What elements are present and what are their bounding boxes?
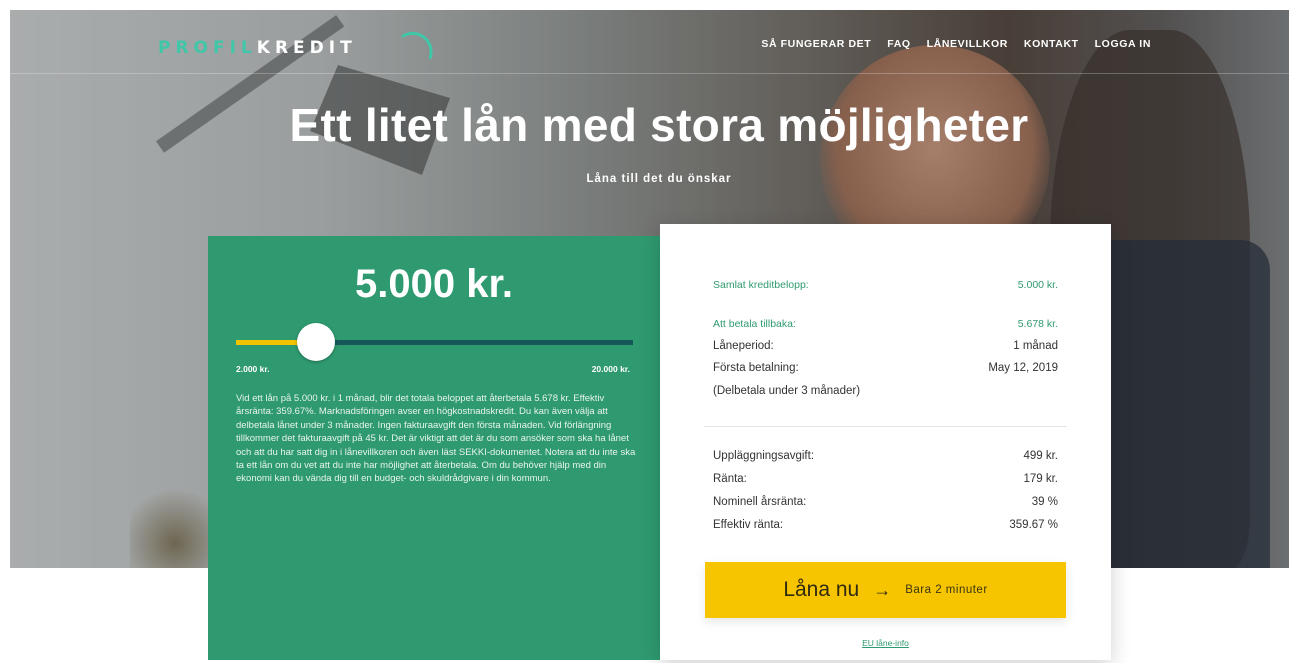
setup-fee-value: 499 kr. [1023, 450, 1058, 462]
interest-value: 179 kr. [1023, 473, 1058, 485]
effective-rate-label: Effektiv ränta: [713, 519, 784, 531]
apply-button-sublabel: Bara 2 minuter [905, 584, 988, 596]
summary-row-interest: Ränta: 179 kr. [713, 473, 1058, 485]
hero-title: Ett litet lån med stora möjligheter [289, 99, 1029, 151]
slider-max-label: 20.000 kr. [591, 364, 630, 374]
summary-row-setup-fee: Uppläggningsavgift: 499 kr. [713, 450, 1058, 462]
nominal-rate-value: 39 % [1031, 496, 1058, 508]
apply-loan-button[interactable]: Låna nu → Bara 2 minuter [705, 562, 1066, 618]
installment-note: (Delbetala under 3 månader) [713, 385, 861, 397]
nav-links: SÅ FUNGERAR DET FAQ LÅNEVILLKOR KONTAKT … [761, 38, 1151, 50]
period-label: Låneperiod: [713, 340, 774, 352]
summary-divider [704, 426, 1067, 427]
effective-rate-value: 359.67 % [1009, 519, 1058, 531]
logo[interactable]: PROFILKREDIT [158, 28, 436, 60]
total-credit-label: Samlat kreditbelopp: [713, 279, 809, 291]
nav-link-faq[interactable]: FAQ [887, 38, 910, 50]
first-payment-value: May 12, 2019 [988, 362, 1058, 374]
nav-divider [10, 73, 1289, 74]
logo-text-kredit: KREDIT [256, 38, 357, 58]
loan-summary-card: Samlat kreditbelopp: 5.000 kr. Att betal… [660, 224, 1111, 660]
nav-link-loan-terms[interactable]: LÅNEVILLKOR [927, 38, 1008, 50]
total-credit-value: 5.000 kr. [1017, 279, 1058, 291]
period-value: 1 månad [1013, 340, 1058, 352]
eu-loan-info-link[interactable]: EU låne-info [660, 638, 1111, 648]
loan-calculator-panel: 5.000 kr. 2.000 kr. 20.000 kr. Vid ett l… [208, 236, 660, 660]
repay-label: Att betala tillbaka: [713, 318, 796, 330]
logo-text-profil: PROFIL [158, 38, 257, 58]
arrow-right-icon: → [873, 579, 892, 600]
summary-row-nominal-rate: Nominell årsränta: 39 % [713, 496, 1058, 508]
amount-slider[interactable] [236, 323, 633, 361]
summary-row-period: Låneperiod: 1 månad [713, 340, 1058, 352]
nav-link-how-it-works[interactable]: SÅ FUNGERAR DET [761, 38, 871, 50]
nominal-rate-label: Nominell årsränta: [713, 496, 807, 508]
summary-row-installment: (Delbetala under 3 månader) [713, 385, 1058, 397]
summary-row-effective-rate: Effektiv ränta: 359.67 % [713, 519, 1058, 531]
loan-amount: 5.000 kr. [355, 262, 513, 306]
setup-fee-label: Uppläggningsavgift: [713, 450, 815, 462]
top-nav: PROFILKREDIT SÅ FUNGERAR DET FAQ LÅNEVIL… [0, 28, 1299, 60]
nav-link-contact[interactable]: KONTAKT [1024, 38, 1079, 50]
apply-button-label: Låna nu [783, 578, 860, 601]
logo-arc-icon [392, 28, 436, 60]
slider-min-label: 2.000 kr. [236, 364, 270, 374]
first-payment-label: Första betalning: [713, 362, 799, 374]
loan-disclaimer: Vid ett lån på 5.000 kr. i 1 månad, blir… [236, 393, 636, 485]
summary-row-first-payment: Första betalning: May 12, 2019 [713, 362, 1058, 374]
amount-slider-handle[interactable] [297, 323, 335, 361]
repay-value: 5.678 kr. [1017, 318, 1058, 330]
hero-subtitle: Låna till det du önskar [586, 173, 732, 185]
summary-row-repay: Att betala tillbaka: 5.678 kr. [713, 318, 1058, 330]
nav-link-login[interactable]: LOGGA IN [1095, 38, 1151, 50]
interest-label: Ränta: [713, 473, 747, 485]
summary-row-total-credit: Samlat kreditbelopp: 5.000 kr. [713, 279, 1058, 291]
